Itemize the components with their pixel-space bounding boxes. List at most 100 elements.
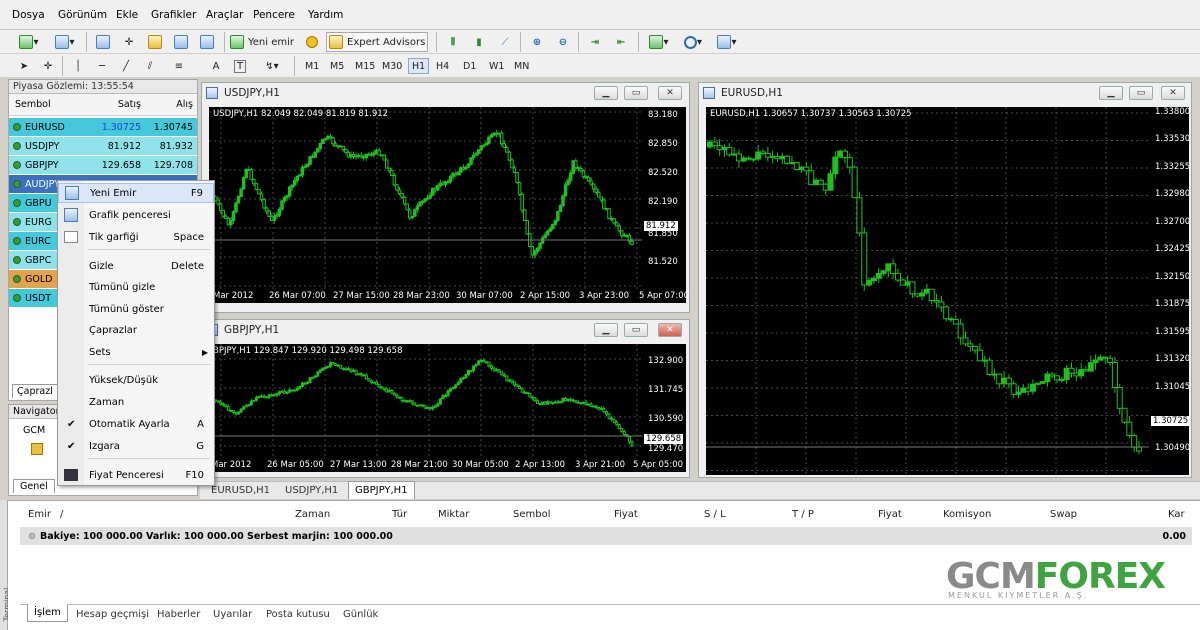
chart-window-gbpjpy[interactable]: GBPJPY,H1 ▁ ▭ ✕ BPJPY,H1 129.847 129.920… — [201, 319, 690, 478]
tab-usdjpy[interactable]: USDJPY,H1 — [279, 481, 344, 499]
context-menu-item[interactable]: Gizle Delete — [58, 256, 214, 276]
col-ask[interactable]: Alış — [145, 99, 197, 110]
col-symbol[interactable]: Sembol — [9, 99, 93, 110]
market-watch-row[interactable]: EURUSD 1.30725 1.30745 — [9, 118, 197, 136]
text-label-button[interactable]: T — [230, 56, 250, 76]
tab-alerts[interactable]: Uyarılar — [207, 605, 258, 623]
market-watch-row[interactable]: GBPJPY 129.658 129.708 — [9, 156, 197, 174]
market-watch-tab[interactable]: Çaprazl — [12, 384, 58, 398]
autoscroll-button[interactable]: ⇥ — [584, 32, 606, 52]
tf-h1[interactable]: H1 — [408, 58, 430, 74]
terminal-button[interactable] — [170, 32, 192, 52]
minimize-button[interactable]: ▁ — [594, 86, 618, 100]
gbpjpy-plot[interactable]: BPJPY,H1 129.847 129.920 129.498 129.658 — [209, 344, 642, 458]
context-menu-item[interactable]: Tümünü gizle — [58, 277, 214, 297]
context-menu-item[interactable]: Çaprazlar — [58, 320, 214, 340]
col-commission[interactable]: Komisyon — [943, 509, 991, 520]
col-sort[interactable]: / — [60, 509, 63, 520]
menu-window[interactable]: Pencere — [253, 9, 295, 21]
close-button[interactable]: ✕ — [1161, 86, 1185, 100]
cursor-button[interactable]: ➤ — [14, 56, 34, 76]
tf-d1[interactable]: D1 — [460, 58, 479, 74]
alert-button[interactable] — [302, 32, 322, 52]
col-time[interactable]: Zaman — [295, 509, 330, 520]
navigator-tab[interactable]: Genel — [13, 479, 55, 493]
minimize-button[interactable]: ▁ — [594, 323, 618, 337]
col-volume[interactable]: Miktar — [438, 509, 469, 520]
crosshair-tool-button[interactable]: ✛ — [38, 56, 58, 76]
chart-window-usdjpy[interactable]: USDJPY,H1 ▁ ▭ ✕ USDJPY,H1 82.049 82.049 … — [201, 82, 690, 313]
menu-tools[interactable]: Araçlar — [206, 9, 243, 21]
tab-eurusd[interactable]: EURUSD,H1 — [205, 481, 276, 499]
col-price[interactable]: Fiyat — [614, 509, 638, 520]
menu-help[interactable]: Yardım — [308, 9, 343, 21]
menu-file[interactable]: Dosya — [12, 9, 45, 21]
maximize-button[interactable]: ▭ — [624, 323, 648, 337]
zoom-out-button[interactable]: ⊖ — [552, 32, 574, 52]
context-menu-item[interactable]: ✔ Otomatik Ayarla A — [58, 414, 214, 434]
market-watch-row[interactable]: USDJPY 81.912 81.932 — [9, 137, 197, 155]
col-sl[interactable]: S / L — [704, 509, 726, 520]
fibonacci-button[interactable]: ≡ — [164, 56, 194, 76]
col-tp[interactable]: T / P — [792, 509, 814, 520]
tf-m30[interactable]: M30 — [379, 58, 405, 74]
context-menu-item[interactable]: Yeni Emir F9 — [58, 183, 214, 203]
market-watch-button[interactable] — [92, 32, 114, 52]
tf-m1[interactable]: M1 — [302, 58, 322, 74]
col-price2[interactable]: Fiyat — [878, 509, 902, 520]
col-profit[interactable]: Kar — [1168, 509, 1185, 520]
context-menu-item[interactable]: Grafik penceresi — [58, 205, 214, 225]
context-menu-item[interactable]: Fiyat Penceresi F10 — [58, 465, 214, 485]
profiles-button[interactable]: ▾ — [50, 32, 80, 52]
chart-shift-button[interactable]: ⇤ — [610, 32, 632, 52]
context-menu-item[interactable]: Yüksek/Düşük — [58, 370, 214, 390]
periods-button[interactable]: ▾ — [678, 32, 708, 52]
context-menu-item[interactable]: Tümünü göster — [58, 299, 214, 319]
expert-advisors-button[interactable]: Expert Advisors — [326, 32, 428, 52]
menu-view[interactable]: Görünüm — [58, 9, 107, 21]
zoom-in-button[interactable]: ⊕ — [526, 32, 548, 52]
close-button[interactable]: ✕ — [658, 86, 682, 100]
col-swap[interactable]: Swap — [1050, 509, 1077, 520]
new-order-button[interactable]: Yeni emir — [229, 32, 299, 52]
horizontal-line-button[interactable]: ─ — [92, 56, 112, 76]
tab-news[interactable]: Haberler — [151, 605, 206, 623]
tab-mailbox[interactable]: Posta kutusu — [260, 605, 336, 623]
context-menu-item[interactable]: ✔ Izgara G — [58, 436, 214, 456]
tf-h4[interactable]: H4 — [433, 58, 452, 74]
trendline-button[interactable]: ╱ — [116, 56, 136, 76]
col-bid[interactable]: Satış — [93, 99, 145, 110]
tf-mn[interactable]: MN — [511, 58, 532, 74]
usdjpy-plot[interactable]: USDJPY,H1 82.049 82.049 81.819 81.912 — [209, 107, 642, 289]
tf-m5[interactable]: M5 — [327, 58, 347, 74]
menu-insert[interactable]: Ekle — [116, 9, 138, 21]
tab-account-history[interactable]: Hesap geçmişi — [70, 605, 155, 623]
new-chart-button[interactable]: ▾ — [14, 32, 44, 52]
arrows-button[interactable]: ↯▾ — [256, 56, 288, 76]
eurusd-plot[interactable]: EURUSD,H1 1.30657 1.30737 1.30563 1.3072… — [706, 107, 1149, 475]
col-symbol-term[interactable]: Sembol — [513, 509, 551, 520]
tab-gbpjpy[interactable]: GBPJPY,H1 — [348, 481, 415, 499]
context-menu-item[interactable]: Tik garfiği Space — [58, 227, 214, 247]
col-type[interactable]: Tür — [392, 509, 407, 520]
tab-trade[interactable]: İşlem — [27, 604, 68, 622]
templates-button[interactable]: ▾ — [712, 32, 742, 52]
text-button[interactable]: A — [206, 56, 226, 76]
context-menu-item[interactable]: Zaman — [58, 392, 214, 412]
menu-charts[interactable]: Grafikler — [151, 9, 196, 21]
candlestick-button[interactable]: ▮ — [468, 32, 490, 52]
line-chart-button[interactable]: ⟋ — [494, 32, 516, 52]
col-order[interactable]: Emir — [28, 509, 51, 520]
navigator-button[interactable] — [144, 32, 166, 52]
navigator-item[interactable]: GCM — [23, 425, 45, 436]
context-menu-item[interactable]: Sets ▶ — [58, 342, 214, 362]
minimize-button[interactable]: ▁ — [1099, 86, 1123, 100]
tester-button[interactable] — [196, 32, 218, 52]
tf-w1[interactable]: W1 — [486, 58, 507, 74]
channel-button[interactable]: ⫽ — [140, 56, 160, 76]
bar-chart-button[interactable]: ⫴ — [442, 32, 464, 52]
close-button[interactable]: ✕ — [658, 323, 682, 337]
tab-journal[interactable]: Günlük — [337, 605, 384, 623]
indicators-button[interactable]: ▾ — [644, 32, 674, 52]
maximize-button[interactable]: ▭ — [624, 86, 648, 100]
